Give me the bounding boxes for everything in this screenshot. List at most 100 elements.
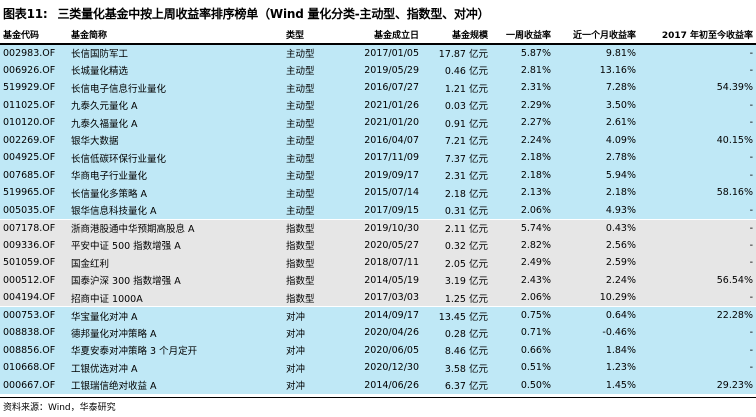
cell-inception-date: 2019/05/29	[343, 61, 422, 79]
cell-ytd-return: -	[639, 201, 756, 219]
cell-fund-type: 主动型	[283, 201, 343, 219]
table-row: 007685.OF 华商电子行业量化 主动型 2019/09/17 2.31 亿元 2.1…	[0, 166, 756, 184]
table-row: 009336.OF 平安中证 500 指数增强 A 指数型 2020/05/27 0.3…	[0, 236, 756, 254]
cell-inception-date: 2018/07/11	[343, 254, 422, 272]
cell-month-return: 5.94%	[554, 166, 639, 184]
fund-ranking-table: 基金代码 基金简称 类型 基金成立日 基金规模 一周收益率 近一个月收益率 20…	[0, 26, 756, 394]
cell-ytd-return: 29.23%	[639, 376, 756, 394]
cell-week-return: 2.43%	[491, 271, 554, 289]
cell-fund-type: 指数型	[283, 271, 343, 289]
cell-fund-size: 8.46 亿元	[422, 341, 491, 359]
cell-month-return: 2.59%	[554, 254, 639, 272]
cell-fund-name: 银华大数据	[68, 131, 283, 149]
cell-inception-date: 2017/11/09	[343, 149, 422, 167]
cell-fund-name: 平安中证 500 指数增强 A	[68, 236, 283, 254]
cell-ytd-return: -	[639, 44, 756, 62]
cell-week-return: 2.18%	[491, 166, 554, 184]
cell-ytd-return: 54.39%	[639, 79, 756, 97]
cell-fund-type: 指数型	[283, 289, 343, 307]
cell-ytd-return: -	[639, 218, 756, 237]
cell-fund-size: 2.11 亿元	[422, 218, 491, 237]
cell-fund-code: 519965.OF	[0, 184, 68, 202]
table-row: 000753.OF 华宝量化对冲 A 对冲 2014/09/17 13.45 亿元 0.7…	[0, 306, 756, 324]
cell-fund-code: 006926.OF	[0, 61, 68, 79]
cell-fund-code: 004194.OF	[0, 289, 68, 307]
cell-month-return: 1.23%	[554, 359, 639, 377]
cell-week-return: 5.74%	[491, 218, 554, 237]
cell-ytd-return: -	[639, 61, 756, 79]
cell-inception-date: 2014/06/26	[343, 376, 422, 394]
cell-fund-code: 011025.OF	[0, 96, 68, 114]
cell-week-return: 0.51%	[491, 359, 554, 377]
cell-fund-name: 招商中证 1000A	[68, 289, 283, 307]
cell-fund-size: 7.37 亿元	[422, 149, 491, 167]
cell-fund-name: 华夏安泰对冲策略 3 个月定开	[68, 341, 283, 359]
cell-month-return: 7.28%	[554, 79, 639, 97]
cell-week-return: 2.49%	[491, 254, 554, 272]
cell-fund-type: 主动型	[283, 184, 343, 202]
table-row: 000512.OF 国泰沪深 300 指数增强 A 指数型 2014/05/19 3.1…	[0, 271, 756, 289]
cell-inception-date: 2016/07/27	[343, 79, 422, 97]
cell-week-return: 2.18%	[491, 149, 554, 167]
table-row: 005035.OF 银华信息科技量化 A 主动型 2017/09/15 0.31 亿元 2…	[0, 201, 756, 219]
cell-month-return: 2.18%	[554, 184, 639, 202]
cell-month-return: 0.43%	[554, 218, 639, 237]
cell-month-return: 0.64%	[554, 306, 639, 324]
cell-inception-date: 2021/01/26	[343, 96, 422, 114]
cell-inception-date: 2019/09/17	[343, 166, 422, 184]
cell-fund-size: 2.18 亿元	[422, 184, 491, 202]
cell-fund-type: 主动型	[283, 149, 343, 167]
cell-fund-size: 0.03 亿元	[422, 96, 491, 114]
cell-fund-code: 519929.OF	[0, 79, 68, 97]
cell-fund-size: 3.58 亿元	[422, 359, 491, 377]
cell-ytd-return: -	[639, 96, 756, 114]
cell-fund-name: 长信国防军工	[68, 44, 283, 62]
cell-month-return: 10.29%	[554, 289, 639, 307]
header-ytd-return: 2017 年初至今收益率	[639, 26, 756, 45]
table-row: 519929.OF 长信电子信息行业量化 主动型 2016/07/27 1.21 亿元 2…	[0, 79, 756, 97]
header-fund-size: 基金规模	[422, 26, 491, 45]
cell-month-return: 3.50%	[554, 96, 639, 114]
table-row: 519965.OF 长信量化多策略 A 主动型 2015/07/14 2.18 亿元 2.…	[0, 184, 756, 202]
header-week-return: 一周收益率	[491, 26, 554, 45]
cell-fund-size: 0.28 亿元	[422, 324, 491, 342]
cell-fund-type: 主动型	[283, 131, 343, 149]
cell-inception-date: 2016/04/07	[343, 131, 422, 149]
cell-fund-type: 主动型	[283, 96, 343, 114]
cell-fund-code: 005035.OF	[0, 201, 68, 219]
cell-week-return: 2.06%	[491, 201, 554, 219]
cell-ytd-return: -	[639, 149, 756, 167]
cell-inception-date: 2020/12/30	[343, 359, 422, 377]
cell-month-return: 2.24%	[554, 271, 639, 289]
cell-ytd-return: 58.16%	[639, 184, 756, 202]
cell-inception-date: 2015/07/14	[343, 184, 422, 202]
cell-month-return: 2.56%	[554, 236, 639, 254]
header-month-return: 近一个月收益率	[554, 26, 639, 45]
cell-inception-date: 2020/04/26	[343, 324, 422, 342]
cell-month-return: 1.45%	[554, 376, 639, 394]
report-figure: 图表11: 三类量化基金中按上周收益率排序榜单（Wind 量化分类-主动型、指数型…	[0, 0, 756, 417]
cell-month-return: 4.93%	[554, 201, 639, 219]
cell-fund-code: 501059.OF	[0, 254, 68, 272]
cell-fund-size: 0.46 亿元	[422, 61, 491, 79]
cell-fund-size: 13.45 亿元	[422, 306, 491, 324]
cell-inception-date: 2017/09/15	[343, 201, 422, 219]
cell-ytd-return: -	[639, 166, 756, 184]
table-row: 000667.OF 工银瑞信绝对收益 A 对冲 2014/06/26 6.37 亿元 0.…	[0, 376, 756, 394]
cell-fund-type: 主动型	[283, 114, 343, 132]
table-body: 002983.OF 长信国防军工 主动型 2017/01/05 17.87 亿元 5.87…	[0, 44, 756, 394]
cell-fund-name: 德邦量化对冲策略 A	[68, 324, 283, 342]
cell-inception-date: 2020/05/27	[343, 236, 422, 254]
cell-fund-type: 对冲	[283, 359, 343, 377]
table-row: 010668.OF 工银优选对冲 A 对冲 2020/12/30 3.58 亿元 0.51…	[0, 359, 756, 377]
cell-ytd-return: -	[639, 114, 756, 132]
cell-fund-code: 002983.OF	[0, 44, 68, 62]
table-row: 002269.OF 银华大数据 主动型 2016/04/07 7.21 亿元 2.24% 4…	[0, 131, 756, 149]
cell-fund-name: 银华信息科技量化 A	[68, 201, 283, 219]
cell-fund-code: 008856.OF	[0, 341, 68, 359]
cell-month-return: 4.09%	[554, 131, 639, 149]
cell-fund-code: 002269.OF	[0, 131, 68, 149]
figure-label: 图表11:	[3, 7, 48, 21]
cell-fund-name: 长城量化精选	[68, 61, 283, 79]
cell-fund-type: 主动型	[283, 44, 343, 62]
